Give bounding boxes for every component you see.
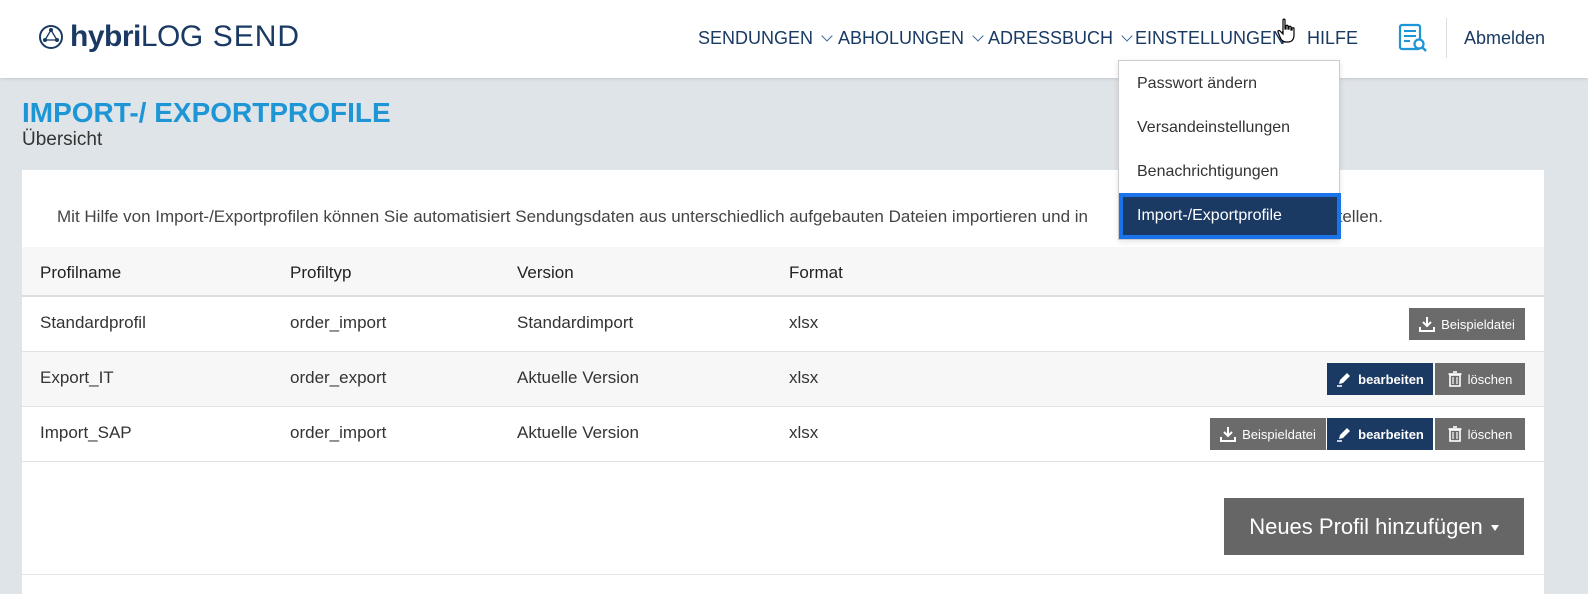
trash-icon xyxy=(1448,426,1462,442)
download-icon xyxy=(1419,317,1436,332)
nav-label: EINSTELLUNGEN xyxy=(1135,28,1286,48)
button-label: bearbeiten xyxy=(1358,426,1424,442)
card-divider xyxy=(22,574,1544,575)
menu-item-benachrichtigungen[interactable]: Benachrichtigungen xyxy=(1137,163,1278,181)
nav-adressbuch[interactable]: ADRESSBUCH xyxy=(988,28,1133,49)
nav-einstellungen[interactable]: EINSTELLUNGEN xyxy=(1135,28,1285,49)
edit-button[interactable]: bearbeiten xyxy=(1327,418,1433,450)
brand-send: SEND xyxy=(212,20,301,53)
pencil-icon xyxy=(1337,373,1351,387)
header-format[interactable]: Format xyxy=(789,263,843,283)
cell-format: xlsx xyxy=(789,423,819,442)
trash-icon xyxy=(1448,371,1462,387)
brand-logo[interactable]: hybri LOG SEND xyxy=(38,20,300,54)
table-row: Standardprofil order_import Standardimpo… xyxy=(22,297,1544,352)
cell-type: order_import xyxy=(290,423,387,442)
sample-file-button[interactable]: Beispieldatei xyxy=(1409,308,1525,340)
table-row: Import_SAP order_import Aktuelle Version… xyxy=(22,407,1544,462)
nav-label: ABHOLUNGEN xyxy=(838,28,965,48)
header-profilname[interactable]: Profilname xyxy=(40,263,121,283)
cell-version: Aktuelle Version xyxy=(517,368,639,387)
delete-button[interactable]: löschen xyxy=(1435,363,1525,395)
download-icon xyxy=(1220,427,1237,442)
nav-abholungen[interactable]: ABHOLUNGEN xyxy=(838,28,984,49)
menu-item-import-export[interactable]: Import-/Exportprofile xyxy=(1119,193,1341,239)
network-globe-icon xyxy=(39,25,63,49)
table-header: Profilname Profiltyp Version Format xyxy=(22,247,1544,297)
nav-label: SENDUNGEN xyxy=(698,28,814,48)
report-search-icon[interactable] xyxy=(1398,23,1428,53)
nav-sendungen[interactable]: SENDUNGEN xyxy=(698,28,833,49)
cell-name: Import_SAP xyxy=(40,423,132,442)
button-label: Beispieldatei xyxy=(1242,426,1316,442)
cell-type: order_import xyxy=(290,313,387,332)
sample-file-button[interactable]: Beispieldatei xyxy=(1210,418,1326,450)
button-label: löschen xyxy=(1467,426,1513,442)
cell-format: xlsx xyxy=(789,368,819,387)
cell-version: Standardimport xyxy=(517,313,634,332)
delete-button[interactable]: löschen xyxy=(1435,418,1525,450)
logout-link[interactable]: Abmelden xyxy=(1464,28,1545,49)
cell-format: xlsx xyxy=(789,313,819,332)
add-profile-button[interactable]: Neues Profil hinzufügen xyxy=(1224,498,1524,555)
menu-item-passwort[interactable]: Passwort ändern xyxy=(1137,75,1257,93)
button-label: Neues Profil hinzufügen xyxy=(1249,513,1483,539)
header-divider xyxy=(1446,18,1447,58)
cell-version: Aktuelle Version xyxy=(517,423,639,442)
table-row: Export_IT order_export Aktuelle Version … xyxy=(22,352,1544,407)
page-subtitle: Übersicht xyxy=(22,129,103,150)
chevron-down-icon xyxy=(1121,30,1133,42)
header-version[interactable]: Version xyxy=(517,263,574,283)
nav-label: HILFE xyxy=(1307,28,1359,48)
button-label: löschen xyxy=(1467,371,1513,387)
cell-type: order_export xyxy=(290,368,387,387)
brand-log: LOG xyxy=(140,20,203,53)
button-label: bearbeiten xyxy=(1358,371,1424,387)
settings-dropdown-menu: Passwort ändern Versandeinstellungen Ben… xyxy=(1118,60,1341,240)
intro-text-main: Mit Hilfe von Import-/Exportprofilen kön… xyxy=(57,207,1088,226)
edit-button[interactable]: bearbeiten xyxy=(1327,363,1433,395)
menu-item-versandeinstellungen[interactable]: Versandeinstellungen xyxy=(1137,119,1290,137)
caret-down-icon xyxy=(1490,524,1499,531)
cell-name: Standardprofil xyxy=(40,313,146,332)
chevron-down-icon xyxy=(821,30,833,42)
brand-hybri: hybri xyxy=(70,20,141,53)
button-label: Beispieldatei xyxy=(1441,316,1515,332)
pencil-icon xyxy=(1337,428,1351,442)
nav-label: ADRESSBUCH xyxy=(988,28,1114,48)
cell-name: Export_IT xyxy=(40,368,114,387)
chevron-down-icon xyxy=(972,30,984,42)
page-title: IMPORT-/ EXPORTPROFILE xyxy=(22,97,391,128)
header-profiltyp[interactable]: Profiltyp xyxy=(290,263,351,283)
hand-cursor-icon xyxy=(1277,18,1295,43)
top-header: hybri LOG SEND SENDUNGEN ABHOLUNGEN ADRESS… xyxy=(0,0,1588,78)
nav-hilfe[interactable]: HILFE xyxy=(1307,28,1358,49)
